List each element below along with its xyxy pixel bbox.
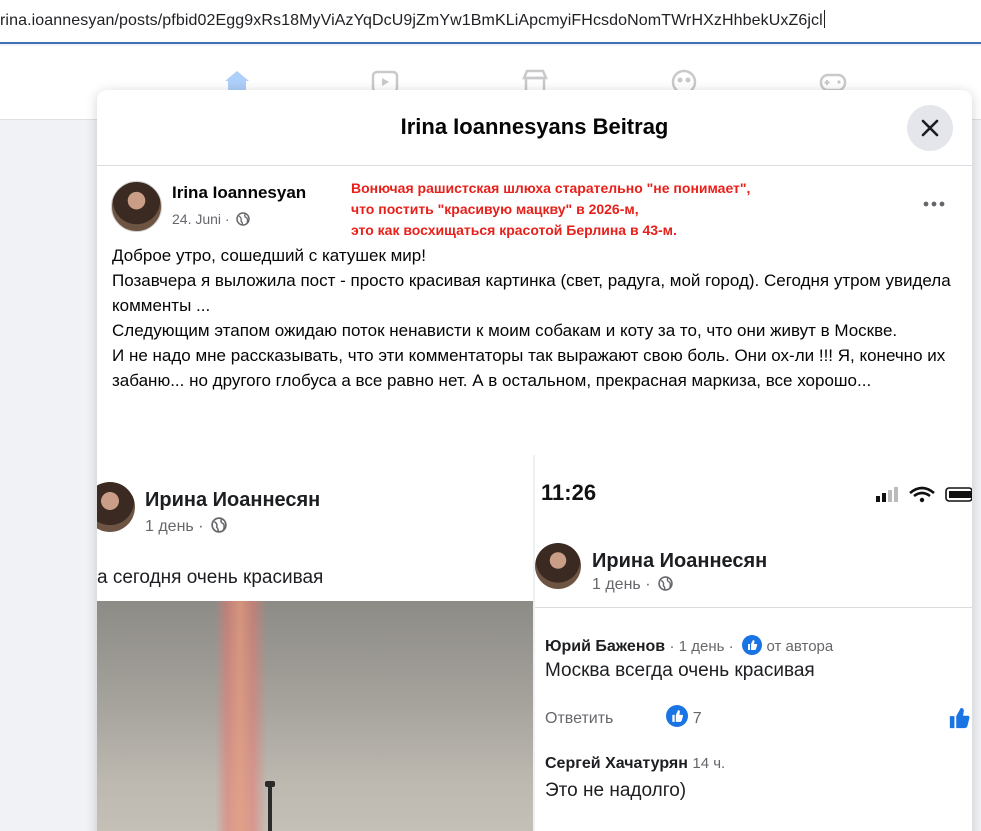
embedded-meta-text: 1 день · xyxy=(592,576,651,593)
post-paragraph: Позавчера я выложила пост - просто краси… xyxy=(112,271,951,315)
embedded-screenshot-left[interactable]: Ирина Иоаннесян 1 день · а сегодня очень… xyxy=(97,455,533,831)
comment-author-line: Юрий Баженов · 1 день · от автора xyxy=(545,635,833,656)
post-image-collage[interactable]: Ирина Иоаннесян 1 день · а сегодня очень… xyxy=(97,455,972,831)
post-paragraph: И не надо мне рассказывать, что эти комм… xyxy=(112,346,946,390)
phone-status-time: 11:26 xyxy=(541,480,597,505)
reply-label: Ответить xyxy=(545,710,614,727)
tower-silhouette xyxy=(268,781,272,831)
embedded-author-name: Ирина Иоаннесян xyxy=(145,489,321,511)
author-thumbs-badge-icon xyxy=(742,635,763,655)
globe-icon xyxy=(236,212,251,226)
comment-actions: Ответить 7 xyxy=(545,705,702,728)
red-annotation-overlay: Вонючая рашистская шлюха старательно "не… xyxy=(351,178,750,241)
comment-text: Москва всегда очень красивая xyxy=(545,660,815,681)
annotation-line: что постить "красивую мацкву" в 2026-м, xyxy=(351,201,639,217)
author-name[interactable]: Irina Ioannesyan xyxy=(172,183,306,203)
globe-icon xyxy=(211,517,227,533)
comment-author-line: Сергей Хачатурян 14 ч. xyxy=(545,755,725,773)
more-options-button[interactable] xyxy=(919,194,949,214)
author-avatar[interactable] xyxy=(111,181,162,232)
phone-status-icons xyxy=(876,486,972,503)
post-body: Доброе утро, сошедший с катушек мир! Поз… xyxy=(112,243,962,393)
embedded-meta-text: 1 день · xyxy=(145,518,204,535)
close-icon xyxy=(921,119,939,137)
modal-title: Irina Ioannesyans Beitrag xyxy=(400,114,669,139)
embedded-avatar xyxy=(535,543,581,589)
more-dots-icon xyxy=(923,201,945,207)
post-date-text: 24. Juni · xyxy=(172,211,230,227)
address-bar[interactable]: rina.ioannesyan/posts/pfbid02Egg9xRs18My… xyxy=(0,0,981,44)
post-paragraph: Следующим этапом ожидаю поток ненависти … xyxy=(112,321,898,340)
author-badge-label: от автора xyxy=(766,638,834,655)
like-icon xyxy=(949,707,970,729)
embedded-screenshot-right[interactable]: 11:26 Ирина Иоаннесян 1 день · Юрий Баже… xyxy=(535,455,972,831)
comment-author: Сергей Хачатурян xyxy=(545,755,688,772)
embedded-post-text: а сегодня очень красивая xyxy=(97,567,324,588)
annotation-line: это как восхищаться красотой Берлина в 4… xyxy=(351,222,677,238)
post-modal: Irina Ioannesyans Beitrag Irina Ioannesy… xyxy=(97,90,972,831)
url-text[interactable]: rina.ioannesyan/posts/pfbid02Egg9xRs18My… xyxy=(0,10,825,30)
modal-header: Irina Ioannesyans Beitrag xyxy=(97,90,972,166)
globe-icon xyxy=(658,576,673,591)
comment-author: Юрий Баженов xyxy=(545,638,666,655)
comment-meta: · 1 день · xyxy=(669,638,734,655)
like-count-icon xyxy=(666,705,689,727)
embedded-post-meta: 1 день · xyxy=(145,517,227,536)
post-date[interactable]: 24. Juni · xyxy=(172,211,251,227)
rainbow-city-photo xyxy=(97,601,533,831)
comment-text: Это не надолго) xyxy=(545,780,687,801)
divider xyxy=(535,607,972,608)
embedded-post-meta: 1 день · xyxy=(592,576,673,594)
embedded-avatar xyxy=(97,482,135,532)
text-caret xyxy=(823,10,825,28)
url-value: rina.ioannesyan/posts/pfbid02Egg9xRs18My… xyxy=(0,12,823,29)
annotation-line: Вонючая рашистская шлюха старательно "не… xyxy=(351,180,751,196)
comment-meta: 14 ч. xyxy=(692,755,726,772)
post-paragraph: Доброе утро, сошедший с катушек мир! xyxy=(112,246,426,265)
embedded-author-name: Ирина Иоаннесян xyxy=(592,550,768,572)
close-button[interactable] xyxy=(907,105,953,151)
like-count: 7 xyxy=(692,710,702,727)
